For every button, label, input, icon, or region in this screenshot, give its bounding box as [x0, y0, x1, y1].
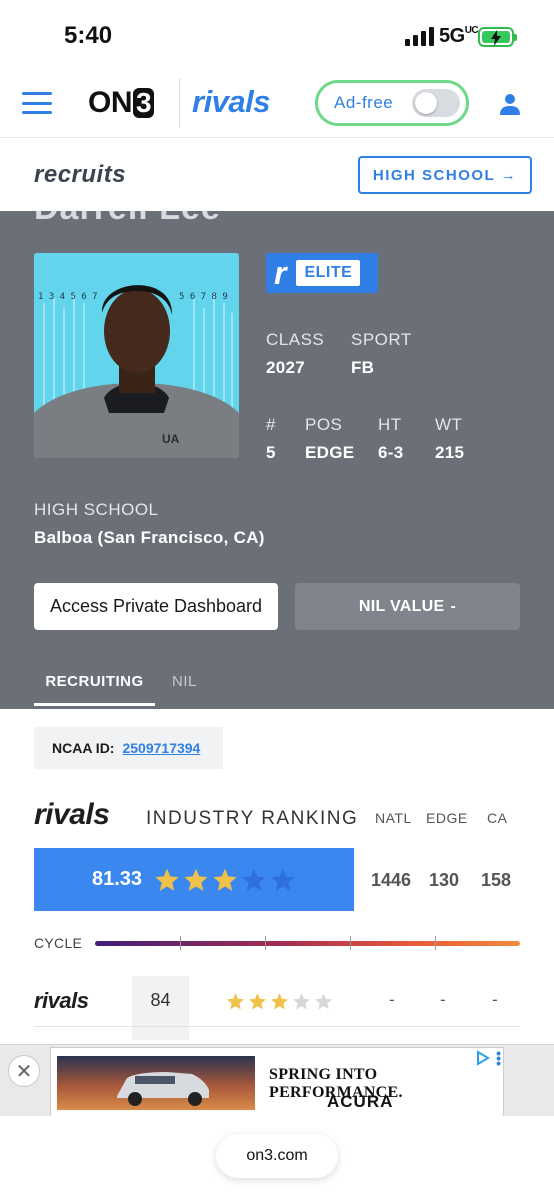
pos-value: EDGE [305, 443, 355, 462]
nil-value-button[interactable]: NIL VALUE - [295, 583, 520, 630]
ncaa-id-box: NCAA ID: 2509717394 [34, 727, 223, 769]
star-icon-filled [271, 993, 288, 1010]
class-label: CLASS [266, 330, 325, 349]
sub-header: recruits HIGH SCHOOL → [0, 139, 554, 211]
svg-text:1 3 4 5 6 7: 1 3 4 5 6 7 [38, 292, 98, 302]
top-nav: ON 3 rivals Ad-free [0, 70, 554, 138]
high-school-value: Balboa (San Francisco, CA) [34, 528, 265, 547]
recruits-logo[interactable]: recruits [34, 161, 126, 189]
star-icon-filled [155, 868, 179, 891]
user-icon[interactable] [498, 92, 522, 116]
more-options-icon[interactable]: • • • [496, 1046, 501, 1070]
star-rating [154, 867, 296, 893]
ncaa-id-label: NCAA ID: [52, 740, 115, 756]
cycle-label: CYCLE [34, 935, 83, 951]
rivals-edge: - [440, 990, 446, 1009]
rivals-rating: 84 [132, 976, 189, 1040]
tab-recruiting[interactable]: RECRUITING [34, 673, 155, 706]
network-indicator: 5GUC [439, 25, 479, 47]
industry-rating-box: 81.33 [34, 848, 354, 911]
ad-area: ✕ SPRING INTO PERFORMANCE. ACURA • • • [0, 1044, 554, 1117]
wt-label: WT [435, 415, 463, 434]
ranking-title: INDUSTRY RANKING [146, 808, 359, 829]
star-icon-filled [249, 993, 266, 1010]
ad-brand: ACURA [327, 1092, 394, 1111]
rivals-logo[interactable]: rivals [192, 84, 271, 120]
ht-value: 6-3 [378, 443, 404, 462]
wt-value: 215 [435, 443, 465, 462]
col-ca: CA [487, 810, 508, 826]
adchoices-icon[interactable] [475, 1050, 491, 1066]
nav-divider [179, 78, 180, 128]
ad-image [57, 1056, 255, 1110]
number-value: 5 [266, 443, 276, 462]
player-name: Darrell Lee [34, 211, 221, 228]
rank-edge: 130 [429, 870, 460, 890]
svg-text:5 6 7 8 9: 5 6 7 8 9 [179, 292, 228, 302]
ad-banner[interactable]: SPRING INTO PERFORMANCE. ACURA • • • [50, 1046, 504, 1117]
status-bar: 5:40 5GUC [0, 0, 554, 70]
high-school-label: HIGH SCHOOL [34, 500, 159, 519]
number-label: # [266, 415, 276, 434]
cycle-tick [265, 936, 266, 950]
on3-logo[interactable]: ON 3 [88, 86, 155, 120]
class-value: 2027 [266, 358, 306, 377]
star-icon-empty [271, 868, 295, 891]
browser-bottom-bar: on3.com [0, 1116, 554, 1199]
col-edge: EDGE [426, 810, 468, 826]
player-photo: 1 3 4 5 6 7 5 6 7 8 9 UA [34, 253, 239, 458]
menu-icon[interactable] [22, 92, 52, 114]
industry-score: 81.33 [92, 868, 143, 890]
star-icon-filled [213, 868, 237, 891]
toggle-switch[interactable] [412, 89, 460, 117]
rivals-row-logo: rivals [34, 988, 89, 1013]
col-natl: NATL [375, 810, 412, 826]
elite-badge: r ELITE [266, 253, 378, 293]
star-icon-empty [242, 868, 266, 891]
nil-value-label: NIL VALUE [358, 597, 445, 615]
rivals-r-icon: r [274, 255, 287, 291]
star-icon-filled [184, 868, 208, 891]
battery-icon [478, 27, 517, 47]
star-icon-empty [293, 993, 310, 1010]
cycle-tick [435, 936, 436, 950]
ncaa-id-link[interactable]: 2509717394 [122, 740, 200, 756]
signal-icon [405, 26, 434, 46]
player-profile: Darrell Lee 1 3 4 5 6 7 5 6 7 8 9 UA r E… [0, 211, 554, 709]
sport-value: FB [351, 358, 375, 377]
address-bar[interactable]: on3.com [216, 1134, 338, 1178]
close-icon[interactable]: ✕ [8, 1055, 40, 1087]
clock: 5:40 [64, 22, 113, 49]
row-divider [34, 1026, 520, 1027]
pos-label: POS [305, 415, 343, 434]
star-icon-empty [315, 993, 332, 1010]
adfree-label: Ad-free [334, 93, 394, 112]
tab-nil[interactable]: NIL [172, 673, 197, 690]
cycle-tick [350, 936, 351, 950]
adfree-toggle[interactable]: Ad-free [315, 80, 469, 126]
ht-label: HT [378, 415, 402, 434]
rivals-natl: - [389, 990, 395, 1009]
rivals-star-rating [226, 992, 333, 1011]
sport-label: SPORT [351, 330, 412, 349]
high-school-button[interactable]: HIGH SCHOOL → [358, 156, 532, 194]
elite-label: ELITE [296, 260, 361, 286]
nil-value-amount: - [450, 597, 457, 615]
ranking-rivals-logo: rivals [34, 798, 110, 831]
rank-natl: 1446 [371, 870, 412, 890]
svg-text:UA: UA [162, 432, 180, 446]
cycle-bar [95, 941, 520, 946]
star-icon-filled [227, 993, 244, 1010]
rivals-ca: - [492, 990, 498, 1009]
access-dashboard-button[interactable]: Access Private Dashboard [34, 583, 278, 630]
cycle-tick [180, 936, 181, 950]
rank-ca: 158 [481, 870, 512, 890]
